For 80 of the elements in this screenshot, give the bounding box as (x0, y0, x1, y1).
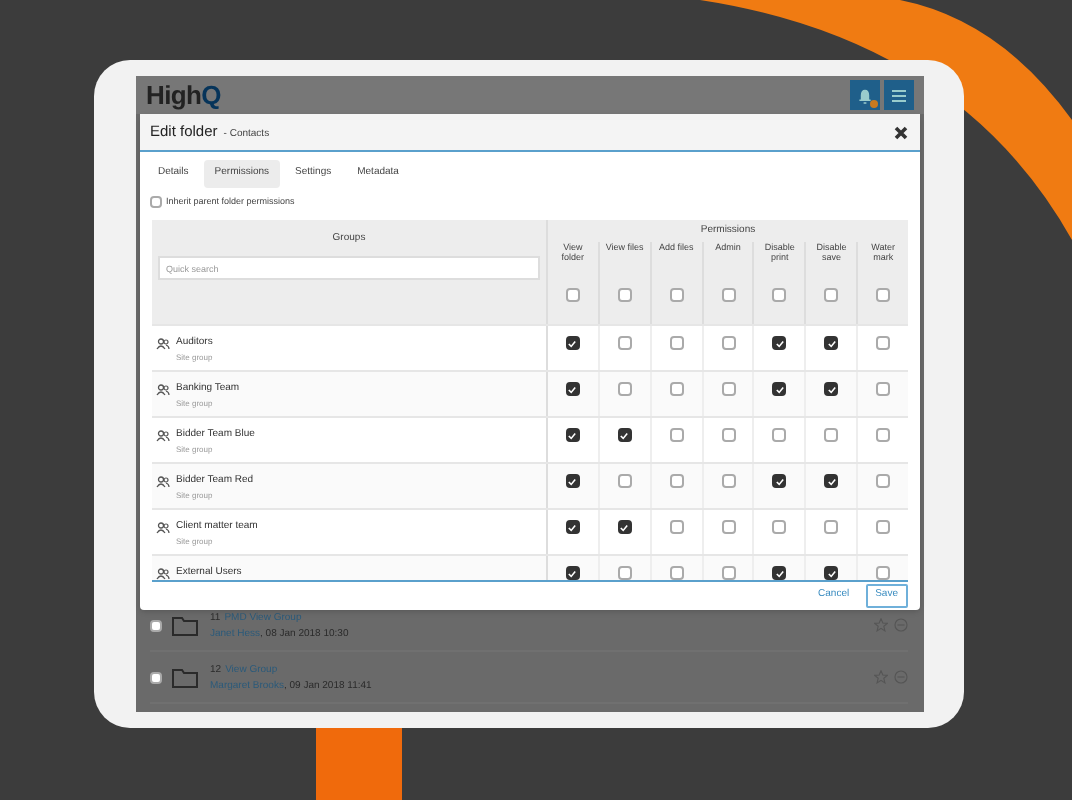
checkbox[interactable] (617, 382, 632, 397)
checkbox[interactable] (150, 671, 162, 683)
group-icon (156, 338, 170, 350)
checkbox[interactable] (565, 336, 580, 351)
checkbox[interactable] (721, 520, 735, 535)
checkbox[interactable] (617, 566, 632, 580)
checkbox[interactable] (824, 428, 839, 443)
checkbox[interactable] (565, 474, 580, 489)
checkbox[interactable] (876, 520, 891, 535)
checkbox[interactable] (669, 336, 684, 351)
checkbox[interactable] (772, 288, 787, 303)
app-logo: HighQ (146, 82, 221, 108)
checkbox[interactable] (876, 288, 891, 303)
checkbox[interactable] (772, 566, 787, 580)
checkbox[interactable] (617, 520, 632, 535)
check-icon (775, 385, 784, 394)
checkbox[interactable] (721, 288, 735, 303)
checkbox[interactable] (876, 382, 891, 397)
check-icon (827, 385, 836, 394)
check-icon (568, 339, 577, 348)
group-icon (156, 430, 170, 442)
check-icon (775, 477, 784, 486)
checkbox[interactable] (824, 336, 839, 351)
folder-icon (172, 615, 198, 635)
check-icon (568, 385, 577, 394)
checkbox[interactable] (617, 336, 632, 351)
checkbox[interactable] (721, 428, 735, 443)
checkbox[interactable] (772, 382, 787, 397)
checkbox[interactable] (565, 428, 580, 443)
checkbox[interactable] (669, 520, 684, 535)
menu-button[interactable] (884, 80, 914, 110)
checkbox[interactable] (565, 288, 580, 303)
bell-icon (858, 87, 872, 103)
checkbox[interactable] (824, 474, 839, 489)
folder-icon (172, 667, 198, 687)
checkbox[interactable] (669, 474, 684, 489)
checkbox[interactable] (669, 382, 684, 397)
menu-icon (892, 89, 906, 101)
check-icon (620, 523, 629, 532)
check-icon (568, 431, 577, 440)
checkbox[interactable] (824, 566, 839, 580)
checkbox[interactable] (617, 288, 632, 303)
checkbox[interactable] (617, 474, 632, 489)
checkbox[interactable] (772, 428, 787, 443)
checkbox[interactable] (669, 566, 684, 580)
group-icon (156, 522, 170, 534)
group-icon (156, 476, 170, 488)
checkbox[interactable] (876, 566, 891, 580)
checkbox[interactable] (150, 196, 162, 209)
checkbox[interactable] (721, 474, 735, 489)
check-icon (568, 523, 577, 532)
checkbox[interactable] (772, 474, 787, 489)
checkbox[interactable] (824, 288, 839, 303)
group-icon (156, 568, 170, 580)
checkbox[interactable] (721, 566, 735, 580)
checkbox[interactable] (824, 520, 839, 535)
checkbox[interactable] (876, 474, 891, 489)
checkbox[interactable] (565, 566, 580, 580)
checkbox[interactable] (772, 336, 787, 351)
check-icon (775, 339, 784, 348)
checkbox[interactable] (150, 619, 162, 631)
checkbox[interactable] (617, 428, 632, 443)
group-icon (156, 384, 170, 396)
checkbox[interactable] (721, 382, 735, 397)
checkbox[interactable] (876, 428, 891, 443)
checkbox[interactable] (721, 336, 735, 351)
checkbox[interactable] (772, 520, 787, 535)
checkbox[interactable] (669, 288, 684, 303)
close-icon (894, 125, 908, 139)
checkbox[interactable] (876, 336, 891, 351)
close-button[interactable] (892, 123, 910, 141)
check-icon (568, 477, 577, 486)
check-icon (827, 477, 836, 486)
checkbox[interactable] (565, 382, 580, 397)
check-icon (620, 431, 629, 440)
checkbox[interactable] (669, 428, 684, 443)
checkbox[interactable] (565, 520, 580, 535)
notifications-button[interactable] (850, 80, 880, 110)
check-icon (827, 339, 836, 348)
checkbox[interactable] (824, 382, 839, 397)
